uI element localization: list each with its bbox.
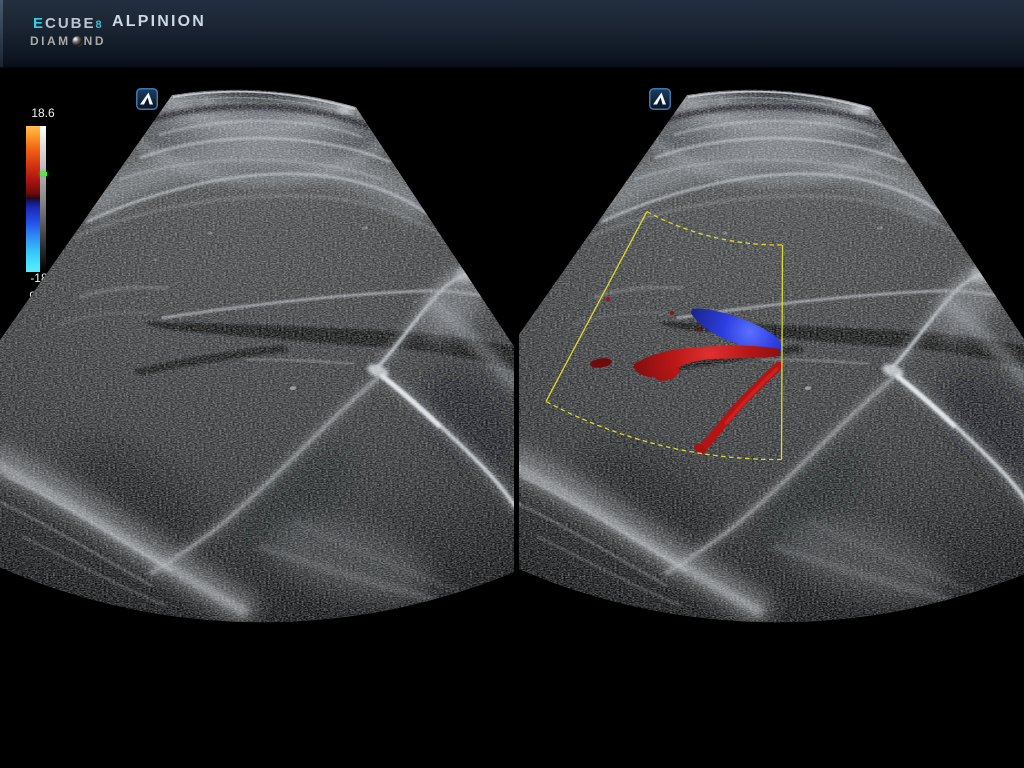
ultrasound-image-area <box>0 0 1024 768</box>
doppler-red-speck <box>606 297 610 301</box>
ultrasound-screen: { "header": { "brand_e": "E", "brand_cub… <box>0 0 1024 768</box>
left-orientation-marker-icon <box>137 89 158 110</box>
right-orientation-marker-icon <box>650 89 671 110</box>
